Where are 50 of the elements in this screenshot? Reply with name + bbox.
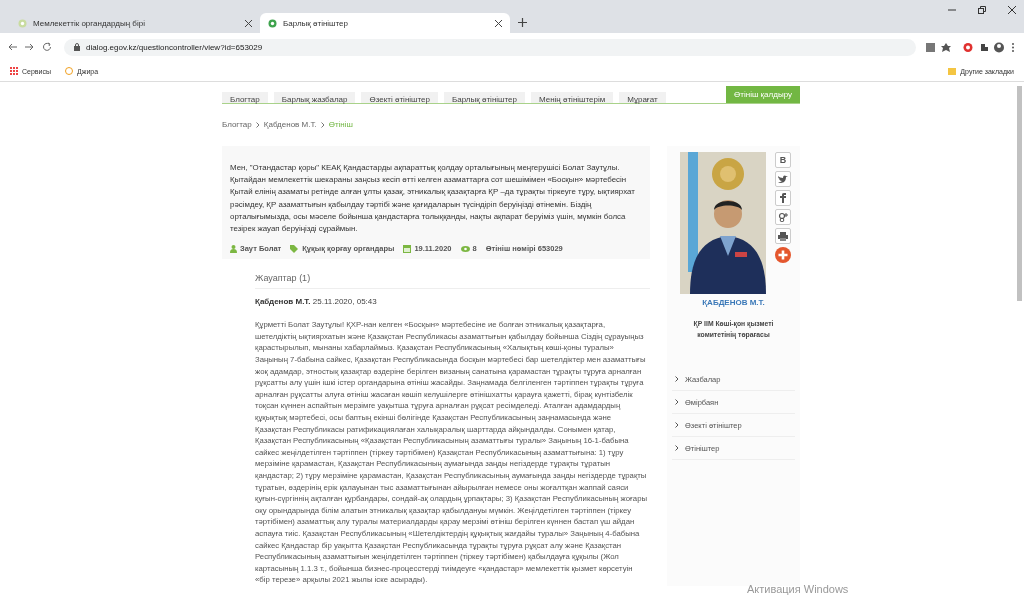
toolbar-icons-drawing[interactable] — [926, 41, 1016, 53]
add-button[interactable] — [775, 247, 791, 263]
nav-tab[interactable]: Барлық жазбалар — [273, 92, 356, 103]
chevron-icon — [675, 422, 679, 428]
profile-name[interactable]: ҚАБДЕНОВ М.Т. — [667, 298, 800, 307]
new-tab-icon[interactable] — [518, 18, 527, 27]
tags-icon — [290, 244, 300, 253]
chevron-icon — [255, 121, 260, 128]
f-icon — [780, 193, 786, 203]
chevron-icon — [675, 445, 679, 451]
site-icon — [268, 18, 277, 28]
answer-author: Қабденов М.Т. — [255, 297, 311, 307]
print-button[interactable] — [775, 228, 791, 244]
nav-tab[interactable]: Менің өтініштерім — [530, 92, 614, 103]
chevron-icon — [675, 399, 679, 405]
browser-tab[interactable]: Барлық өтініштер — [260, 13, 510, 33]
vk-share-button[interactable]: В — [775, 152, 791, 168]
close-icon[interactable] — [1008, 6, 1016, 14]
nav-tab[interactable]: Мұрағат — [619, 92, 666, 103]
minimize-icon[interactable] — [948, 6, 956, 14]
answers-heading: Жауаптар (1) — [255, 273, 650, 290]
lock-icon — [74, 43, 80, 51]
chevron-icon — [320, 121, 325, 128]
twitter-share-button[interactable] — [775, 171, 791, 187]
browser-tab[interactable]: Мемлекеттік органдардың бірі — [10, 13, 260, 33]
printer-icon — [778, 231, 788, 241]
google-plus-share-button[interactable] — [775, 209, 791, 225]
folder-icon — [948, 67, 957, 75]
close-tab-icon[interactable] — [245, 19, 252, 27]
g-plus-icon — [777, 212, 789, 222]
breadcrumb-link[interactable]: Блогтар — [222, 120, 252, 129]
navigation-icons-drawing[interactable] — [8, 42, 54, 52]
chevron-icon — [675, 376, 679, 382]
apps-grid-icon — [10, 67, 18, 75]
breadcrumb-link[interactable]: Қабденов М.Т. — [263, 120, 317, 129]
activation-notice: Активация Windows — [747, 583, 849, 595]
address-bar[interactable]: dialog.egov.kz/questioncontroller/view?id=653029 — [64, 38, 916, 56]
site-icon — [18, 18, 27, 28]
nav-tab[interactable]: Барлық өтініштер — [443, 92, 525, 103]
restore-icon[interactable] — [978, 6, 986, 14]
facebook-share-button[interactable] — [775, 190, 791, 206]
scrollbar[interactable] — [1017, 86, 1022, 301]
answer-date: 25.11.2020, 05:43 — [312, 297, 377, 307]
eye-icon — [460, 245, 470, 252]
person-icon — [230, 244, 237, 253]
nav-tab[interactable]: Өзекті өтініштер — [361, 92, 438, 103]
nav-tab[interactable]: Блогтар — [222, 92, 268, 103]
calendar-icon — [403, 244, 412, 253]
bird-icon — [778, 174, 788, 184]
close-tab-icon[interactable] — [495, 19, 502, 27]
